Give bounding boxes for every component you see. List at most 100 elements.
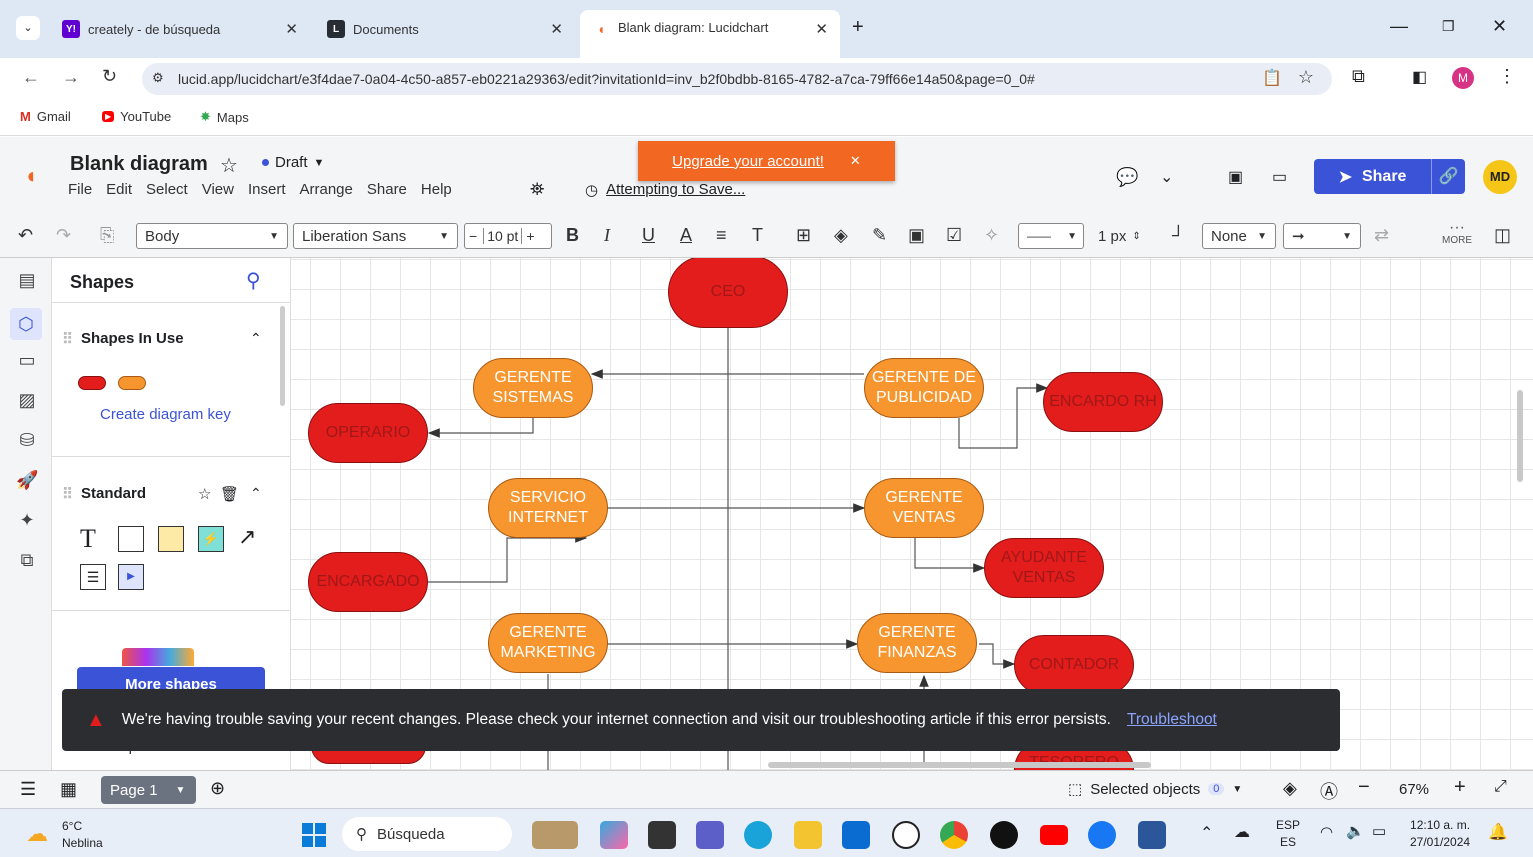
- fullscreen-icon[interactable]: ⤢: [1494, 778, 1507, 796]
- node-gerente-publicidad[interactable]: GERENTE DE PUBLICIDAD: [864, 358, 984, 418]
- node-servicio-internet[interactable]: SERVICIO INTERNET: [488, 478, 608, 538]
- clock[interactable]: 12:10 a. m. 27/01/2024: [1410, 818, 1470, 849]
- decrease-icon[interactable]: −: [469, 228, 477, 244]
- line-arrow-icon[interactable]: ↗: [238, 524, 256, 550]
- node-operario[interactable]: OPERARIO: [308, 403, 428, 463]
- text-shape-icon[interactable]: T: [80, 524, 96, 554]
- comments-icon[interactable]: 💬: [1116, 167, 1138, 188]
- menu-arrange[interactable]: Arrange: [300, 181, 353, 198]
- line-style-select[interactable]: —— ▼: [1018, 223, 1084, 249]
- italic-icon[interactable]: I: [604, 225, 610, 246]
- weather-icon[interactable]: ☁: [26, 821, 48, 847]
- image-icon[interactable]: ▨: [16, 390, 38, 412]
- list-shape-icon[interactable]: ☰: [80, 564, 106, 590]
- data-icon[interactable]: ⛁: [16, 430, 38, 452]
- panel-scrollbar[interactable]: [280, 306, 285, 406]
- chevron-down-icon[interactable]: ⌄: [1160, 167, 1173, 187]
- edge-icon[interactable]: [744, 821, 772, 849]
- restore-icon[interactable]: ❐: [1442, 18, 1455, 35]
- video-icon[interactable]: ▭: [1272, 167, 1287, 187]
- facebook-icon[interactable]: [1088, 821, 1116, 849]
- conditional-format-icon[interactable]: ☑: [946, 225, 962, 246]
- position-icon[interactable]: ⊞: [796, 225, 811, 246]
- menu-share[interactable]: Share: [367, 181, 407, 198]
- text-color-icon[interactable]: A: [680, 225, 692, 246]
- forward-icon[interactable]: →: [62, 67, 80, 88]
- ai-sparkle-icon[interactable]: ✦: [16, 510, 38, 532]
- swap-arrows-icon[interactable]: ⇄: [1374, 225, 1389, 246]
- windows-start-icon[interactable]: [302, 823, 326, 847]
- close-icon[interactable]: ✕: [850, 153, 861, 169]
- sticky-note-icon[interactable]: [158, 526, 184, 552]
- folder-icon[interactable]: [794, 821, 822, 849]
- node-gerente-finanzas[interactable]: GERENTE FINANZAS: [857, 613, 977, 673]
- bookmark-youtube[interactable]: ▶ YouTube: [102, 109, 171, 124]
- eagle-widget-icon[interactable]: [532, 821, 578, 849]
- url-field[interactable]: ⚙ lucid.app/lucidchart/e3f4dae7-0a04-4c5…: [142, 63, 1332, 95]
- font-size-stepper[interactable]: −10 pt +: [464, 223, 552, 249]
- back-icon[interactable]: ←: [22, 67, 40, 88]
- frame-shape-icon[interactable]: ▶: [118, 564, 144, 590]
- node-gerente-sistemas[interactable]: GERENTE SISTEMAS: [473, 358, 593, 418]
- menu-edit[interactable]: Edit: [106, 181, 132, 198]
- draft-status[interactable]: Draft ▼: [262, 154, 324, 171]
- extensions-icon[interactable]: ⧉: [1352, 66, 1365, 87]
- pages-icon[interactable]: ▤: [16, 270, 38, 292]
- page-list-icon[interactable]: ☰: [20, 779, 36, 800]
- menu-insert[interactable]: Insert: [248, 181, 286, 198]
- page-tab[interactable]: Page 1 ▼: [101, 776, 196, 804]
- bold-icon[interactable]: B: [566, 225, 579, 246]
- zoom-out-icon[interactable]: −: [1358, 776, 1370, 799]
- lucid-logo-icon[interactable]: ◖: [24, 165, 46, 187]
- minimize-icon[interactable]: —: [1390, 16, 1408, 37]
- action-shape-icon[interactable]: ⚡: [198, 526, 224, 552]
- line-color-icon[interactable]: ✎: [872, 225, 887, 246]
- node-contador[interactable]: CONTADOR: [1014, 635, 1134, 695]
- search-icon[interactable]: ⚲: [246, 268, 261, 293]
- sidepanel-icon[interactable]: ◧: [1412, 67, 1427, 87]
- favorite-star-icon[interactable]: ☆: [220, 153, 238, 178]
- bookmark-gmail[interactable]: M Gmail: [20, 109, 71, 124]
- arrow-start-select[interactable]: None ▼: [1202, 223, 1276, 249]
- node-gerente-ventas[interactable]: GERENTE VENTAS: [864, 478, 984, 538]
- youtube-app-icon[interactable]: [1040, 825, 1068, 845]
- file-explorer-icon[interactable]: [648, 821, 676, 849]
- add-page-icon[interactable]: ⊕: [210, 778, 225, 799]
- site-info-icon[interactable]: ⚙: [152, 70, 164, 86]
- format-painter-icon[interactable]: ⎘: [100, 225, 114, 246]
- create-diagram-key-link[interactable]: Create diagram key: [100, 406, 231, 423]
- opacity-icon[interactable]: ▣: [908, 225, 925, 246]
- chevron-up-icon[interactable]: ⌃: [250, 330, 262, 347]
- browser-menu-icon[interactable]: ⋮: [1498, 66, 1516, 87]
- node-ceo[interactable]: CEO: [668, 258, 788, 328]
- page-grid-icon[interactable]: ▦: [60, 779, 77, 800]
- accessibility-icon[interactable]: Ⓐ: [1320, 778, 1338, 804]
- wifi-icon[interactable]: ◠: [1320, 823, 1333, 841]
- close-tab-icon[interactable]: ✕: [815, 20, 828, 38]
- upgrade-banner[interactable]: Upgrade your account! ✕: [638, 141, 895, 181]
- canvas-vscrollbar[interactable]: [1517, 390, 1523, 482]
- tab-documents[interactable]: L Documents ✕: [315, 12, 575, 46]
- zoom-in-icon[interactable]: +: [1454, 776, 1466, 799]
- chrome-icon[interactable]: [940, 821, 968, 849]
- new-tab-icon[interactable]: +: [852, 16, 864, 39]
- bookmark-maps[interactable]: ✸ Maps: [200, 109, 249, 125]
- more-button[interactable]: ··· MORE: [1442, 220, 1472, 247]
- frame-icon[interactable]: ▭: [16, 350, 38, 372]
- redo-icon[interactable]: ↷: [56, 225, 71, 246]
- tab-creately-search[interactable]: Y! creately - de búsqueda ✕: [50, 12, 310, 46]
- text-options-icon[interactable]: T: [752, 225, 763, 246]
- layers-icon[interactable]: ◈: [1283, 778, 1297, 799]
- close-window-icon[interactable]: ✕: [1492, 16, 1507, 37]
- battery-icon[interactable]: ▭: [1372, 822, 1386, 840]
- arrow-end-select[interactable]: ➞ ▼: [1283, 223, 1361, 249]
- trash-icon[interactable]: 🗑: [220, 485, 239, 503]
- notification-bell-icon[interactable]: 🔔: [1488, 822, 1508, 842]
- clipboard-icon[interactable]: 📋: [1262, 68, 1282, 88]
- star-icon[interactable]: ☆: [198, 485, 211, 503]
- standard-header[interactable]: ⠿ Standard: [62, 485, 146, 503]
- binoculars-icon[interactable]: ⛯: [530, 179, 544, 200]
- text-style-select[interactable]: Body ▼: [136, 223, 288, 249]
- rectangle-shape-icon[interactable]: [118, 526, 144, 552]
- tab-search-menu-icon[interactable]: ⌄: [16, 16, 40, 40]
